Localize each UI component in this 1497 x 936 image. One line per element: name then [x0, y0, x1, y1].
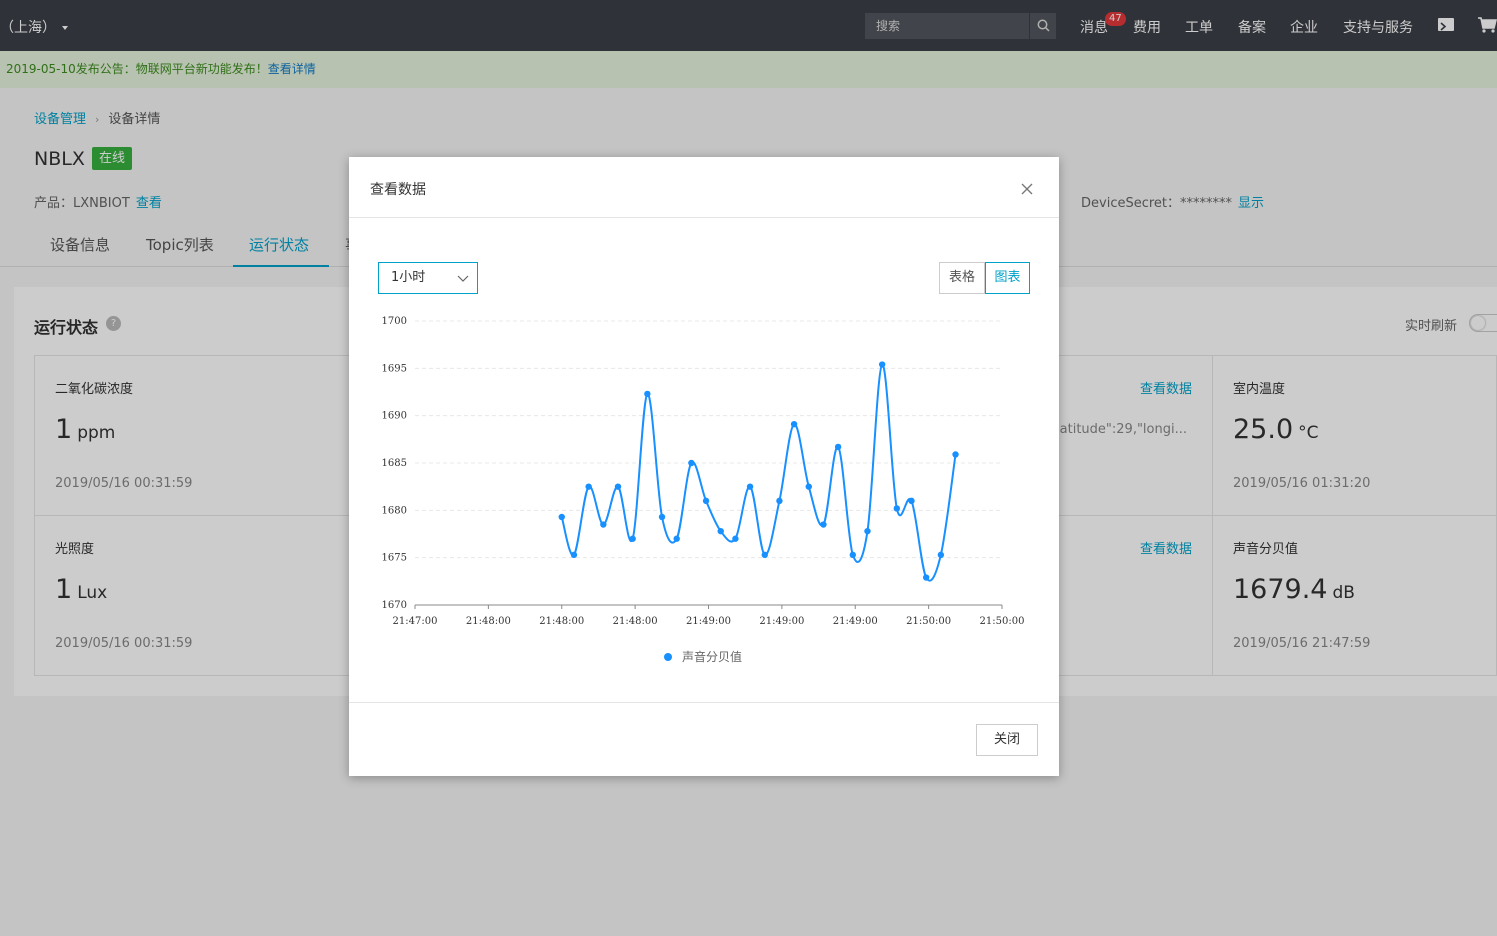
data-point	[717, 527, 724, 535]
data-point	[702, 497, 710, 505]
y-tick-label: 1695	[382, 363, 407, 374]
data-point	[629, 535, 636, 542]
x-tick-label: 21:49:00	[833, 616, 878, 627]
table-view-button[interactable]: 表格	[940, 263, 985, 293]
data-point	[849, 551, 857, 559]
series-line	[560, 363, 957, 582]
data-point	[922, 574, 930, 581]
x-tick-label: 21:48:00	[539, 616, 584, 627]
legend-marker	[664, 653, 672, 661]
y-tick-label: 1685	[382, 458, 407, 469]
y-tick-label: 1680	[382, 505, 407, 516]
data-point	[658, 513, 666, 521]
x-tick-label: 21:50:00	[980, 616, 1025, 627]
data-point	[558, 513, 565, 521]
x-tick-label: 21:49:00	[686, 616, 731, 627]
modal-footer: 关闭	[349, 702, 1059, 776]
y-tick-label: 1675	[382, 553, 407, 564]
data-point	[761, 551, 768, 559]
close-button[interactable]: 关闭	[976, 724, 1038, 756]
data-point	[600, 521, 607, 528]
data-point	[790, 420, 798, 428]
data-point	[864, 527, 871, 535]
x-tick-label: 21:50:00	[906, 616, 951, 627]
view-toggle: 表格 图表	[939, 262, 1030, 294]
data-point	[688, 459, 695, 467]
data-point	[805, 483, 812, 490]
data-point	[952, 451, 959, 458]
data-point	[834, 443, 842, 451]
time-range-value: 1小时	[391, 270, 426, 285]
chevron-down-icon	[457, 275, 469, 282]
data-point	[614, 483, 622, 490]
x-tick-label: 21:48:00	[613, 616, 658, 627]
legend-label: 声音分贝值	[682, 649, 742, 664]
data-point	[820, 521, 827, 528]
data-point	[878, 361, 886, 368]
y-tick-label: 1700	[382, 316, 407, 327]
close-icon[interactable]	[1020, 182, 1034, 196]
y-tick-label: 1690	[382, 411, 407, 422]
modal-title: 查看数据	[370, 182, 426, 198]
modal-header: 查看数据	[349, 157, 1059, 218]
data-point	[673, 535, 680, 542]
data-point	[893, 505, 901, 512]
x-tick-label: 21:48:00	[466, 616, 511, 627]
data-point	[570, 551, 578, 559]
time-range-select[interactable]: 1小时	[378, 262, 478, 294]
y-tick-label: 1670	[382, 600, 407, 611]
data-point	[732, 535, 739, 542]
data-point	[585, 483, 592, 490]
x-tick-label: 21:49:00	[759, 616, 804, 627]
chart-view-button[interactable]: 图表	[985, 262, 1030, 294]
data-point	[937, 551, 945, 559]
data-point	[746, 483, 754, 490]
data-point	[908, 497, 915, 505]
view-data-modal: 查看数据 1小时 表格 图表 1670 1675 1680 1685 1690 1695 1…	[349, 157, 1059, 776]
data-point	[644, 390, 651, 398]
sound-db-line-chart: 1670 1675 1680 1685 1690 1695 1700 21:47:00 21:4…	[382, 316, 1025, 664]
data-point	[776, 497, 783, 505]
x-tick-label: 21:47:00	[393, 616, 438, 627]
